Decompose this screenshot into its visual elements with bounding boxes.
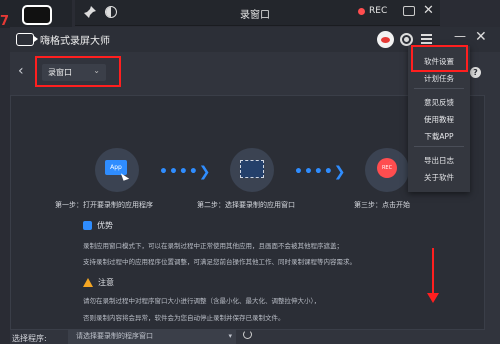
recorder-desktop-icon [22, 5, 52, 25]
window-glyph [240, 160, 264, 178]
start-rec-icon: REC [365, 148, 409, 192]
rec-button[interactable]: REC [358, 6, 387, 16]
select-window-icon [230, 148, 274, 192]
annotation-arrow-head [427, 293, 439, 303]
avatar[interactable] [377, 31, 394, 48]
app-title: 嗨格式录屏大师 [40, 36, 110, 47]
advantages-title: 优势 [97, 221, 113, 230]
annotation-box-mode [35, 56, 121, 87]
close-button[interactable]: ✕ [475, 29, 487, 45]
menu-item-feedback[interactable]: 意见反馈 [408, 97, 470, 108]
theme-toggle-icon[interactable] [105, 6, 117, 18]
menu-divider [414, 88, 464, 89]
rec-dot-icon [358, 7, 365, 15]
program-select[interactable]: 请选择要录制的程序窗口 ▾ [68, 329, 236, 344]
menu-item-about[interactable]: 关于软件 [408, 172, 470, 183]
mini-toolbar: 录窗口 REC ✕ [75, 0, 440, 26]
mini-toolbar-title: 录窗口 [240, 10, 270, 21]
back-arrow-icon[interactable]: ‹ [18, 63, 24, 79]
step-arrow-icon: ••••❯ [159, 164, 212, 180]
red-marker-icon: 7 [0, 14, 10, 29]
thumbs-up-icon [83, 221, 92, 230]
rec-label: REC [369, 6, 388, 16]
notice-title: 注意 [98, 278, 114, 287]
step-3-label: 第三步：点击开始 [354, 201, 410, 209]
menu-icon[interactable] [421, 34, 432, 44]
refresh-icon[interactable] [243, 330, 252, 339]
rec-glyph: REC [377, 158, 397, 178]
mini-close-icon[interactable]: ✕ [423, 3, 434, 18]
camera-icon[interactable] [403, 6, 415, 16]
step-1-label: 第一步：打开要录制的应用程序 [55, 201, 153, 209]
help-icon[interactable]: ? [470, 67, 481, 78]
annotation-arrow [432, 248, 434, 296]
app-logo-icon [16, 33, 38, 46]
menu-item-export-log[interactable]: 导出日志 [408, 155, 470, 166]
warning-icon [83, 278, 93, 287]
menu-item-download-app[interactable]: 下载APP [408, 131, 470, 142]
annotation-box-settings [411, 45, 468, 72]
menu-item-schedule[interactable]: 计划任务 [408, 73, 470, 84]
notice-line-1: 请勿在录制过程中对程序窗口大小进行调整（含最小化、最大化、调整拉伸大小）， [83, 297, 321, 305]
advantages-line-1: 录制应用窗口模式下，可以在录制过程中正常使用其他应用，且画面不会被其他程序遮盖； [83, 242, 343, 250]
step-2-label: 第二步：选择要录制的应用窗口 [197, 201, 295, 209]
notice-line-2: 否则录制内容将会异常，软件会为您自动停止录制并保存已录制文件。 [83, 314, 285, 322]
select-program-label: 选择程序: [12, 334, 47, 343]
notice-heading: 注意 [83, 277, 114, 288]
cursor-icon [120, 171, 130, 181]
program-select-value: 请选择要录制的程序窗口 [76, 332, 153, 340]
menu-item-tutorial[interactable]: 使用教程 [408, 114, 470, 125]
minimize-button[interactable]: — [454, 29, 466, 43]
pin-icon[interactable] [83, 5, 97, 19]
step-arrow-icon: ••••❯ [294, 164, 347, 180]
advantages-heading: 优势 [83, 220, 113, 231]
advantages-line-2: 支持录制过程中的应用程序位置调整，可满足您前台操作其他工作、同时录制课程等内容需… [83, 258, 356, 266]
menu-divider [414, 146, 464, 147]
chevron-down-icon: ▾ [228, 332, 232, 340]
desktop-corner [0, 0, 72, 28]
open-app-icon: App [95, 148, 139, 192]
